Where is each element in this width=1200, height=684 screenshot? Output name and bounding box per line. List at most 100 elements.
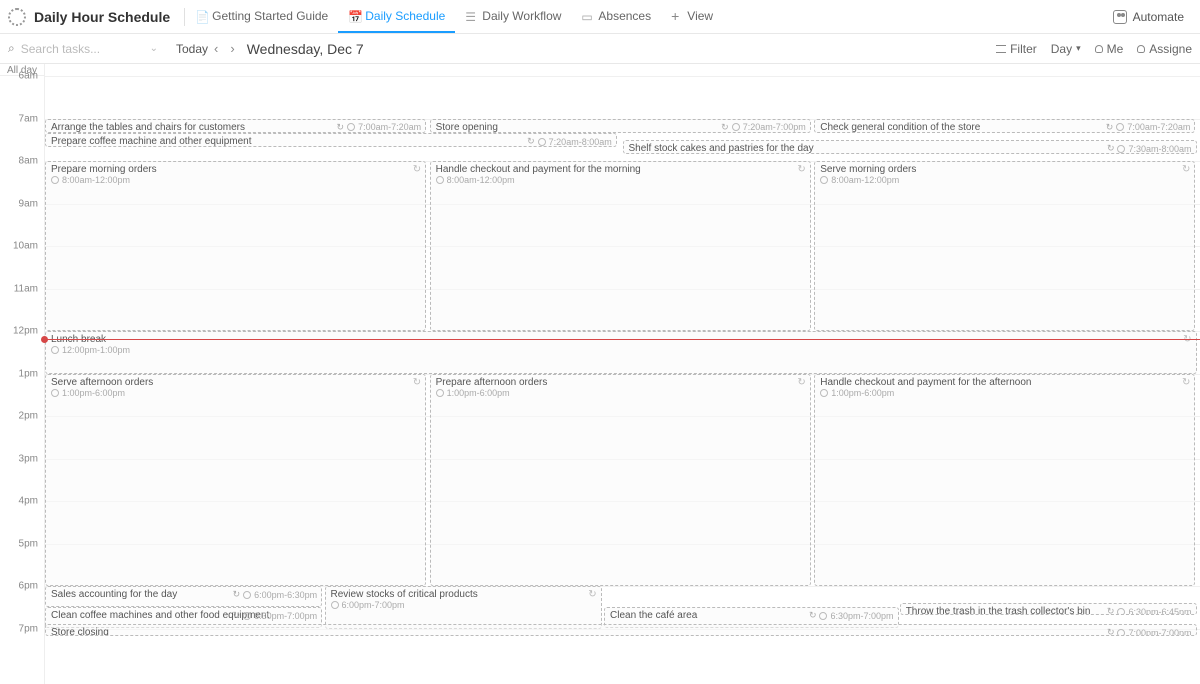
recurring-icon: ↻ xyxy=(413,377,421,388)
clock-icon xyxy=(819,612,827,620)
clock-icon xyxy=(1117,629,1125,637)
plus-icon: + xyxy=(671,8,679,24)
calendar-event[interactable]: Handle checkout and payment for the afte… xyxy=(814,374,1195,587)
event-time: ↻7:00am-7:20am xyxy=(337,122,422,133)
hour-label: 6am xyxy=(19,71,38,82)
current-date: Wednesday, Dec 7 xyxy=(247,41,364,57)
tab-label: View xyxy=(687,9,713,23)
chevron-down-icon: ▾ xyxy=(1076,43,1081,54)
users-icon xyxy=(1137,45,1145,53)
time-column: All day 6am7am8am9am10am11am12pm1pm2pm3p… xyxy=(0,64,45,684)
recurring-icon: ↻ xyxy=(1182,164,1190,175)
calendar-event[interactable]: Store closing↻7:00pm-7:00pm xyxy=(45,624,1197,636)
tab-daily-schedule[interactable]: 📅Daily Schedule xyxy=(338,0,455,33)
recurring-icon: ↻ xyxy=(1182,377,1190,388)
recurring-icon: ↻ xyxy=(797,164,805,175)
hour-label: 11am xyxy=(14,283,38,294)
clock-icon xyxy=(732,123,740,131)
search-icon: ⌕ xyxy=(8,41,15,56)
filter-button[interactable]: Filter xyxy=(996,42,1037,56)
calendar-event[interactable]: Check general condition of the store↻7:0… xyxy=(814,119,1195,133)
clock-icon xyxy=(1116,123,1124,131)
filter-label: Filter xyxy=(1010,42,1037,56)
calendar-icon: 📅 xyxy=(348,10,360,22)
search-wrap[interactable]: ⌕ ⌄ xyxy=(8,41,158,56)
event-title: Serve morning orders xyxy=(820,164,1189,175)
calendar-event[interactable]: Review stocks of critical products6:00pm… xyxy=(325,586,602,629)
list-icon: ☰ xyxy=(465,10,477,22)
next-day-button[interactable]: › xyxy=(224,41,240,56)
hour-label: 3pm xyxy=(19,453,38,464)
clock-icon xyxy=(820,176,828,184)
calendar-event[interactable]: Handle checkout and payment for the morn… xyxy=(430,161,811,331)
clock-icon xyxy=(347,123,355,131)
me-label: Me xyxy=(1107,42,1124,56)
tab-label: Absences xyxy=(598,9,651,23)
calendar-event[interactable]: Serve morning orders8:00am-12:00pm↻ xyxy=(814,161,1195,331)
event-time: ↻6:30pm-7:00pm xyxy=(809,610,894,621)
user-icon xyxy=(1095,45,1103,53)
hour-label: 6pm xyxy=(19,581,38,592)
event-title: Handle checkout and payment for the afte… xyxy=(820,377,1189,388)
event-time: ↻7:30am-8:00am xyxy=(1107,143,1192,154)
event-time: ↻7:20am-7:00pm xyxy=(721,122,806,133)
top-bar: Daily Hour Schedule 📄Getting Started Gui… xyxy=(0,0,1200,34)
clock-icon xyxy=(51,346,59,354)
calendar-event[interactable]: Sales accounting for the day↻6:00pm-6:30… xyxy=(45,586,322,607)
event-title: Prepare morning orders xyxy=(51,164,420,175)
day-label: Day xyxy=(1051,42,1072,56)
calendar-view: All day 6am7am8am9am10am11am12pm1pm2pm3p… xyxy=(0,64,1200,684)
calendar-grid[interactable]: Arrange the tables and chairs for custom… xyxy=(45,76,1200,684)
robot-icon xyxy=(1113,10,1127,24)
tab-label: Getting Started Guide xyxy=(212,9,328,23)
event-title: Prepare afternoon orders xyxy=(436,377,805,388)
event-time: ↻6:00pm-6:30pm xyxy=(233,589,318,600)
calendar-event[interactable]: Throw the trash in the trash collector's… xyxy=(900,603,1197,615)
hour-gridline xyxy=(45,76,1200,77)
prev-day-button[interactable]: ‹ xyxy=(208,41,224,56)
tab-add-view[interactable]: + View xyxy=(661,0,723,33)
tab-getting-started[interactable]: 📄 Getting Started Guide xyxy=(185,0,338,33)
recurring-icon: ↻ xyxy=(797,377,805,388)
app-logo-icon xyxy=(8,8,26,26)
calendar-event[interactable]: Prepare coffee machine and other equipme… xyxy=(45,133,617,147)
calendar-event[interactable]: Serve afternoon orders1:00pm-6:00pm↻ xyxy=(45,374,426,587)
automate-button[interactable]: Automate xyxy=(1105,6,1192,28)
today-button[interactable]: Today xyxy=(176,42,208,56)
hour-label: 9am xyxy=(19,198,38,209)
day-selector[interactable]: Day ▾ xyxy=(1051,42,1081,56)
tab-daily-workflow[interactable]: ☰ Daily Workflow xyxy=(455,0,571,33)
event-time: 12:00pm-1:00pm xyxy=(51,345,1191,355)
hour-label: 12pm xyxy=(13,326,38,337)
event-time: 1:00pm-6:00pm xyxy=(51,388,420,398)
calendar-event[interactable]: Lunch break12:00pm-1:00pm↻ xyxy=(45,331,1197,374)
chevron-down-icon[interactable]: ⌄ xyxy=(150,43,158,54)
clock-icon xyxy=(538,138,546,146)
view-tabs: 📄 Getting Started Guide 📅Daily Schedule ☰… xyxy=(185,0,723,33)
me-filter-button[interactable]: Me xyxy=(1095,42,1124,56)
search-input[interactable] xyxy=(21,42,121,56)
hour-label: 10am xyxy=(13,241,38,252)
event-time: ↻6:30pm-6:45pm xyxy=(1107,606,1192,615)
calendar-event[interactable]: Shelf stock cakes and pastries for the d… xyxy=(623,140,1197,154)
doc-icon: 📄 xyxy=(195,10,207,22)
clock-icon xyxy=(331,601,339,609)
clock-icon xyxy=(1117,145,1125,153)
board-icon: ▭ xyxy=(581,10,593,22)
calendar-event[interactable]: Arrange the tables and chairs for custom… xyxy=(45,119,426,133)
hour-label: 1pm xyxy=(19,368,38,379)
recurring-icon: ↻ xyxy=(413,164,421,175)
calendar-event[interactable]: Prepare afternoon orders1:00pm-6:00pm↻ xyxy=(430,374,811,587)
event-time: ↻7:00am-7:20am xyxy=(1106,122,1191,133)
clock-icon xyxy=(243,612,251,620)
tab-label: Daily Workflow xyxy=(482,9,561,23)
calendar-event[interactable]: Store opening↻7:20am-7:00pm xyxy=(430,119,811,133)
tab-absences[interactable]: ▭ Absences xyxy=(571,0,661,33)
clock-icon xyxy=(243,591,251,599)
event-time: ↻7:20am-8:00am xyxy=(527,136,612,147)
clock-icon xyxy=(436,389,444,397)
event-time: 8:00am-12:00pm xyxy=(820,175,1189,185)
calendar-event[interactable]: Prepare morning orders8:00am-12:00pm↻ xyxy=(45,161,426,331)
assignee-filter-button[interactable]: Assigne xyxy=(1137,42,1192,56)
clock-icon xyxy=(1117,608,1125,616)
